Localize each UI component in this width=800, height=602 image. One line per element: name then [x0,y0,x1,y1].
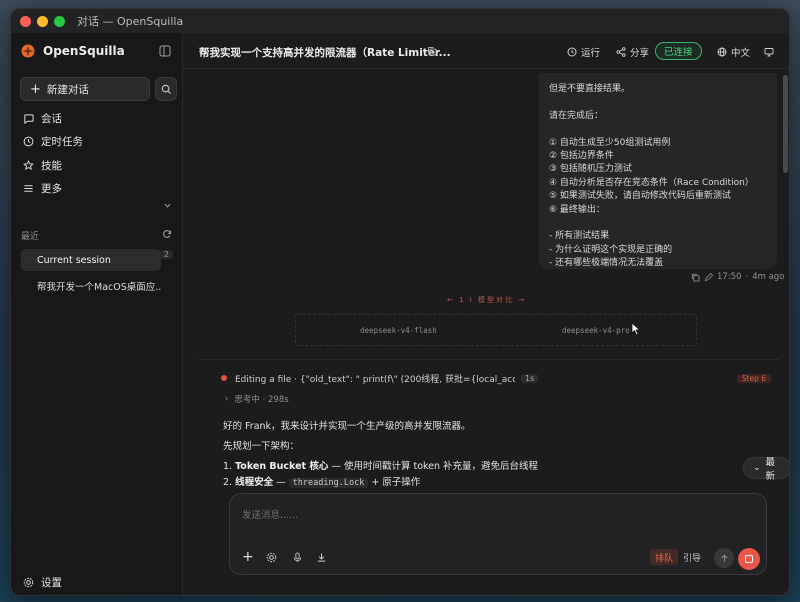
session-item-current[interactable]: Current session [21,249,161,271]
session-item-macos-app[interactable]: 帮我开发一个MacOS桌面应... [21,275,161,297]
brand: OpenSquilla [20,43,125,59]
globe-icon [717,47,727,57]
guide-button[interactable]: 引导 [683,551,701,564]
monitor-icon [764,48,774,57]
message-line: ③ 包括随机压力测试 [549,164,632,175]
traffic-lights [20,15,65,27]
message-line: ① 自动生成至少50组测试用例 [549,137,671,148]
tool-activity-text: Editing a file · {"old_text": " print(f\… [235,374,515,385]
message-time: 17:50 [717,272,742,282]
add-attachment-icon[interactable]: + [242,550,254,564]
display-button[interactable] [764,43,774,61]
search-icon [161,84,171,94]
conversation-title: 帮我实现一个支持高并发的限流器（Rate Limiter... [199,47,451,59]
clock-icon [23,136,34,146]
model-right-label[interactable]: deepseek-v4-pro [562,326,630,335]
minimize-window-button[interactable] [37,15,48,27]
title-bar: 对话 — OpenSquilla [11,9,789,33]
message-ago: 4m ago [752,272,785,282]
squilla-logo-icon [21,44,35,58]
refresh-icon[interactable] [162,229,172,239]
step-badge: Step 6 [736,373,771,383]
stop-button[interactable] [738,548,760,570]
message-line: ⑤ 如果测试失败，请自动修改代码后重新测试 [549,191,731,202]
message-line [549,121,767,134]
connection-status-badge: 已连接 [655,42,702,60]
message-line: 但是不要直接结果。 [549,84,631,94]
conversation-header: 帮我实现一个支持高并发的限流器（Rate Limiter... 运行 分享 已连… [183,33,789,69]
menu-icon [24,184,33,192]
chevron-down-icon: ⌄ [753,463,761,473]
microphone-icon[interactable] [292,552,303,563]
model-compare-pager[interactable]: ← 1 I 模型对比 → [447,295,526,305]
chat-group-count: 2 [159,249,173,259]
nav-item-more[interactable]: 更多 [23,179,62,197]
message-input[interactable]: 发送消息...... [242,507,298,521]
queue-button[interactable]: 排队 [650,549,679,565]
message-line: - 所有测试结果 [549,231,610,242]
reply-list-item-1: 1. Token Bucket 核心 — 使用时间戳计算 token 补充量，避… [223,461,539,472]
chevron-down-icon[interactable] [163,201,172,210]
message-line: ④ 自动分析是否存在竞态条件（Race Condition） [549,177,754,188]
message-line [549,94,767,107]
stop-icon [745,555,753,563]
arrow-up-icon [720,554,728,562]
app-window: 对话 — OpenSquilla OpenSquilla + 新建对话 会话 定… [10,8,790,596]
new-chat-button[interactable]: + 新建对话 [20,77,150,101]
download-icon[interactable] [316,552,327,563]
main-panel: 帮我实现一个支持高并发的限流器（Rate Limiter... 运行 分享 已连… [183,33,789,595]
brand-name: OpenSquilla [43,44,125,58]
send-button[interactable] [714,548,734,568]
thinking-toggle[interactable]: › 思考中 · 298s [225,393,289,405]
new-chat-label: 新建对话 [46,83,89,96]
edit-icon[interactable] [704,272,713,282]
status-dot [221,375,227,381]
sidebar: OpenSquilla + 新建对话 会话 定时任务 技能 更多 最近 2 Cu… [11,33,183,595]
share-button[interactable]: 分享 [616,43,649,61]
reply-plan: 先规划一下架构： [223,441,300,452]
mouse-cursor-icon [631,322,641,336]
divider [199,359,779,360]
nav-item-skills[interactable]: 技能 [23,156,62,174]
message-composer[interactable]: 发送消息...... + 排队 引导 [229,493,767,575]
model-left-label[interactable]: deepseek-v4-flash [360,326,437,335]
sidebar-toggle-icon[interactable] [159,45,171,57]
message-line: - 为什么证明这个实现是正确的 [549,244,673,255]
reply-list-item-2: 2. 线程安全 — threading.Lock + 原子操作 [223,477,421,488]
chat-bubble-icon [24,113,34,124]
copy-icon[interactable] [427,46,437,56]
message-meta: 17:50 · 4m ago [691,272,784,282]
chat-scrollbar[interactable] [783,75,788,173]
message-line: - 还有哪些极端情况无法覆盖 [549,258,664,269]
share-icon [616,47,626,57]
nav-item-scheduled-tasks[interactable]: 定时任务 [23,132,83,150]
duration-badge: 1s [521,373,539,383]
run-button[interactable]: 运行 [567,43,600,61]
search-button[interactable] [155,77,177,101]
scroll-to-latest-button[interactable]: ⌄ 最新 [743,457,789,482]
language-switch[interactable]: 中文 [717,43,750,61]
zoom-window-button[interactable] [54,15,65,27]
message-line [549,215,767,228]
close-window-button[interactable] [20,15,31,27]
recent-section-label: 最近 [21,232,40,242]
plus-icon: + [30,81,41,97]
message-line: 请在完成后： [549,110,604,121]
gear-icon[interactable] [266,552,277,563]
thinking-label: 思考中 · 298s [234,395,289,405]
star-icon [23,159,34,170]
window-title: 对话 — OpenSquilla [77,15,184,28]
user-message-bubble: 但是不要直接结果。 请在完成后： ① 自动生成至少50组测试用例 ② 包括边界条… [539,73,777,269]
chevron-right-icon: › [225,394,229,404]
tool-activity-row[interactable]: Editing a file · {"old_text": " print(f\… [221,371,771,385]
message-line: ② 包括边界条件 [549,150,614,161]
copy-icon[interactable] [691,273,700,282]
settings-button[interactable]: 设置 [23,575,62,590]
nav-item-sessions[interactable]: 会话 [23,109,62,127]
message-line: ⑥ 最终输出： [549,204,605,215]
reply-greeting: 好的 Frank，我来设计并实现一个生产级的高并发限流器。 [223,421,471,432]
gear-icon [23,577,34,588]
clock-icon [567,47,577,57]
